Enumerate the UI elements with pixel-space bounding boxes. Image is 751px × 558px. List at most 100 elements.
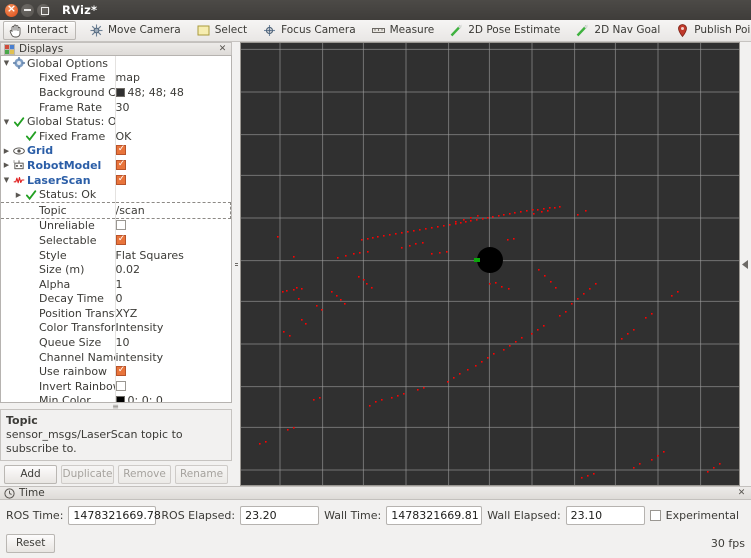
- tool-focus-camera[interactable]: Focus Camera: [257, 21, 364, 40]
- property-value-cell[interactable]: 48; 48; 48: [115, 85, 231, 100]
- displays-tree[interactable]: ▼ Global Options Fixed Frame map Background …: [0, 55, 232, 403]
- time-field-input[interactable]: 23.10: [565, 505, 645, 525]
- display-property-row[interactable]: Fixed Frame map: [1, 70, 231, 86]
- property-name: Grid: [27, 144, 54, 158]
- property-value-cell[interactable]: [115, 114, 231, 129]
- property-value-cell[interactable]: [115, 218, 231, 233]
- property-value-cell[interactable]: /scan: [115, 201, 231, 219]
- property-checkbox[interactable]: [115, 220, 126, 231]
- display-property-row[interactable]: ▼ Global Options: [1, 56, 231, 71]
- tool-select[interactable]: Select: [191, 21, 255, 40]
- display-property-row[interactable]: Size (m) 0.02: [1, 262, 231, 277]
- property-value-cell[interactable]: [115, 187, 231, 202]
- display-property-row[interactable]: Decay Time 0: [1, 291, 231, 307]
- tool-interact[interactable]: Interact: [3, 21, 76, 40]
- time-close-icon[interactable]: ✕: [736, 488, 747, 498]
- property-value: 10: [115, 336, 130, 350]
- property-checkbox[interactable]: [115, 380, 126, 391]
- robot-model-body: [477, 247, 503, 273]
- property-checkbox[interactable]: [115, 159, 127, 170]
- expand-arrow-open-icon[interactable]: ▼: [1, 176, 12, 184]
- close-icon[interactable]: [5, 2, 18, 17]
- property-value-cell[interactable]: [115, 158, 231, 173]
- display-property-row[interactable]: Fixed Frame OK: [1, 128, 231, 144]
- expand-arrow-closed-icon[interactable]: ▶: [13, 191, 24, 199]
- help-description: sensor_msgs/LaserScan topic to subscribe…: [6, 428, 183, 455]
- displays-close-icon[interactable]: ✕: [217, 44, 228, 55]
- property-checkbox[interactable]: [115, 234, 127, 245]
- property-value-cell[interactable]: XYZ: [115, 306, 231, 321]
- display-property-row[interactable]: Background Color 48; 48; 48: [1, 85, 231, 100]
- display-property-row[interactable]: Alpha 1: [1, 276, 231, 292]
- color-swatch[interactable]: [115, 396, 125, 402]
- display-property-row[interactable]: Channel Name intensity: [1, 349, 231, 365]
- 3d-render-view[interactable]: [240, 42, 740, 486]
- display-property-row[interactable]: ▼ LaserScan: [1, 172, 231, 188]
- tool-2d-pose-estimate[interactable]: 2D Pose Estimate: [444, 21, 568, 40]
- property-value-cell[interactable]: [115, 144, 231, 159]
- expand-arrow-open-icon[interactable]: ▼: [1, 118, 12, 126]
- property-value-cell[interactable]: 30: [115, 100, 231, 115]
- tool-publish-point[interactable]: Publish Point: [670, 21, 751, 40]
- display-property-row[interactable]: Frame Rate 30: [1, 99, 231, 115]
- property-value-cell[interactable]: [115, 56, 231, 71]
- property-checkbox[interactable]: [115, 174, 127, 185]
- property-checkbox[interactable]: [115, 144, 127, 156]
- display-property-row[interactable]: Use rainbow: [1, 364, 231, 380]
- expand-arrow-open-icon[interactable]: ▼: [1, 59, 12, 67]
- property-value-cell[interactable]: intensity: [115, 350, 231, 365]
- tool-2d-nav-goal[interactable]: 2D Nav Goal: [570, 21, 668, 40]
- remove-button: Remove: [118, 465, 171, 484]
- window-titlebar: RViz*: [0, 0, 751, 20]
- property-value-cell[interactable]: [115, 379, 231, 394]
- tool-label: Interact: [27, 24, 68, 36]
- property-value-cell[interactable]: [115, 364, 231, 379]
- display-property-row[interactable]: ▼ Global Status: Ok: [1, 114, 231, 129]
- display-property-row[interactable]: Position Transfor...XYZ: [1, 306, 231, 321]
- display-property-row[interactable]: Queue Size 10: [1, 335, 231, 350]
- time-field-input[interactable]: 1478321669.81: [386, 505, 483, 525]
- reset-button[interactable]: Reset: [6, 533, 56, 553]
- time-field-input[interactable]: 1478321669.78: [68, 505, 161, 525]
- display-property-row[interactable]: Style Flat Squares: [1, 247, 231, 263]
- display-property-row[interactable]: ▶ Status: Ok: [1, 187, 231, 203]
- property-checkbox[interactable]: [115, 365, 127, 377]
- experimental-checkbox[interactable]: [649, 509, 661, 521]
- time-field-label: ROS Time:: [6, 508, 64, 522]
- property-value-cell[interactable]: OK: [115, 129, 231, 144]
- maximize-icon[interactable]: [37, 3, 50, 17]
- display-property-row[interactable]: Selectable: [1, 233, 231, 248]
- display-property-row[interactable]: ▶ Grid: [1, 143, 231, 159]
- render-view-scrollbar[interactable]: [740, 42, 751, 486]
- display-property-row[interactable]: Unreliable: [1, 218, 231, 234]
- tool-measure[interactable]: Measure: [366, 21, 443, 40]
- property-name: LaserScan: [27, 173, 91, 187]
- left-right-splitter[interactable]: [232, 42, 240, 486]
- expand-arrow-closed-icon[interactable]: ▶: [1, 161, 12, 169]
- property-value-cell[interactable]: 0: [115, 292, 231, 307]
- tool-move-camera[interactable]: Move Camera: [84, 21, 189, 40]
- property-value-cell[interactable]: Flat Squares: [115, 248, 231, 263]
- property-value-cell[interactable]: Intensity: [115, 321, 231, 336]
- display-property-row[interactable]: Invert Rainbow: [1, 379, 231, 394]
- color-swatch[interactable]: [115, 87, 125, 97]
- property-value-cell[interactable]: 1: [115, 277, 231, 292]
- minimize-icon[interactable]: [21, 3, 34, 17]
- property-value-cell[interactable]: [115, 173, 231, 188]
- property-value-cell[interactable]: [115, 233, 231, 248]
- display-property-row[interactable]: Topic/scan: [1, 201, 231, 219]
- property-value-cell[interactable]: 0; 0; 0: [115, 394, 231, 402]
- display-property-row[interactable]: ▶ s RobotModel: [1, 158, 231, 173]
- help-title: Topic: [6, 414, 38, 427]
- property-value-cell[interactable]: 0.02: [115, 262, 231, 277]
- display-property-row[interactable]: Min Color 0; 0; 0: [1, 393, 231, 402]
- experimental-toggle[interactable]: Experimental: [649, 509, 745, 522]
- property-value-cell[interactable]: map: [115, 71, 231, 86]
- tool-label: Publish Point: [694, 24, 751, 36]
- time-field-input[interactable]: 23.20: [240, 505, 320, 525]
- property-value-cell[interactable]: 10: [115, 335, 231, 350]
- add-button[interactable]: Add: [4, 465, 57, 484]
- display-property-row[interactable]: Color TransformerIntensity: [1, 320, 231, 336]
- property-value: Intensity: [115, 321, 164, 335]
- expand-arrow-closed-icon[interactable]: ▶: [1, 147, 12, 155]
